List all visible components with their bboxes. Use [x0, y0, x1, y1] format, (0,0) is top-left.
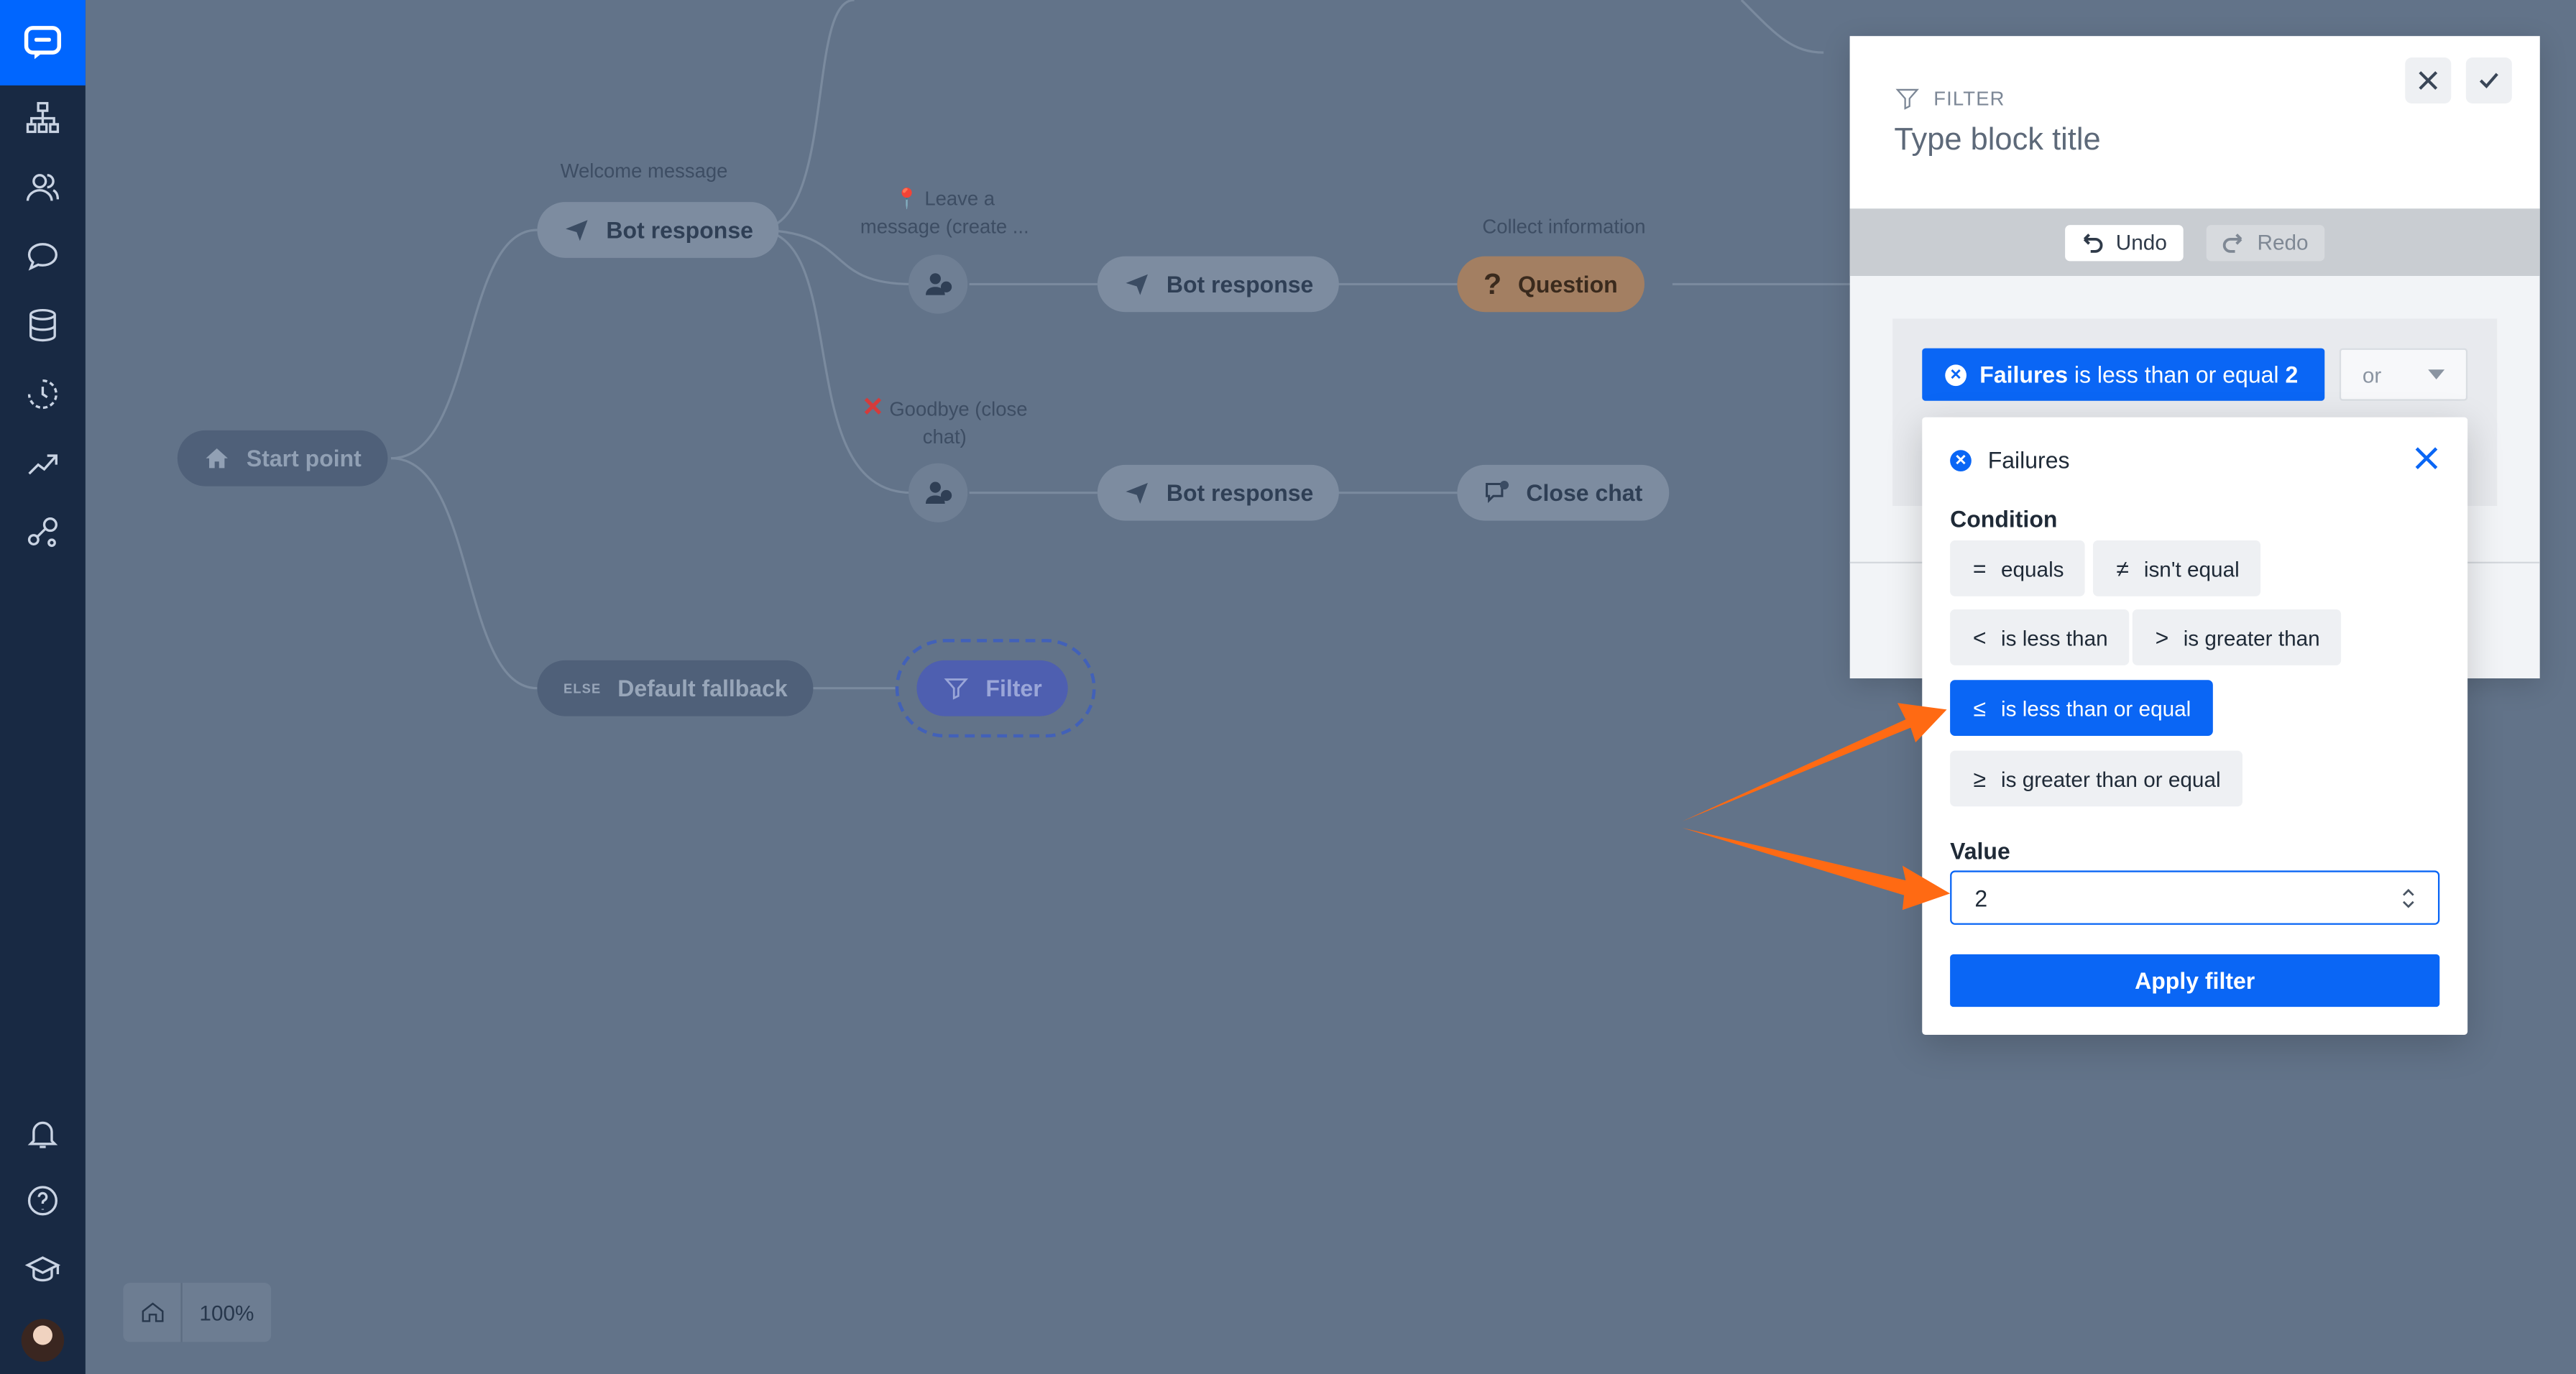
value-text: 2 [1974, 884, 1988, 911]
condition-equals[interactable]: = equals [1950, 540, 2086, 596]
home-icon [206, 448, 228, 469]
condition-less-or-equal[interactable]: ≤ is less than or equal [1950, 680, 2212, 736]
welcome-caption: Welcome message [560, 159, 728, 183]
collect-info-caption: Collect information [1482, 215, 1646, 239]
goodbye-caption: ✕ Goodbye (close chat) [862, 394, 1028, 448]
close-icon [2419, 71, 2438, 90]
send-icon [1126, 482, 1148, 504]
default-fallback-node[interactable]: ELSE Default fallback [537, 660, 814, 716]
agent-transfer-node-2[interactable] [908, 463, 968, 522]
filter-icon [944, 678, 969, 700]
bot-response-node-2[interactable]: Bot response [1097, 256, 1340, 313]
check-icon [2479, 73, 2498, 89]
question-label: Question [1517, 271, 1618, 298]
remove-field-icon[interactable]: ✕ [1950, 449, 1972, 471]
remove-condition-icon[interactable]: ✕ [1945, 364, 1966, 385]
zoom-controls: 100% [123, 1283, 272, 1342]
panel-close-button[interactable] [2405, 57, 2452, 103]
else-badge: ELSE [563, 681, 602, 696]
number-stepper[interactable] [2402, 886, 2415, 909]
agent-icon [925, 481, 952, 504]
filter-node-label: Filter [985, 675, 1042, 701]
panel-header: FILTER Type block title [1849, 36, 2540, 209]
popover-field-name: Failures [1987, 446, 2070, 474]
panel-confirm-button[interactable] [2465, 57, 2512, 103]
close-chat-node[interactable]: Close chat [1457, 464, 1669, 521]
question-mark-icon: ? [1483, 267, 1502, 300]
filter-condition-chip[interactable]: ✕ Failures is less than or equal 2 [1922, 348, 2325, 401]
chevron-up-icon[interactable] [2402, 886, 2415, 896]
value-number-input[interactable]: 2 [1950, 870, 2440, 925]
filter-icon [1895, 88, 1919, 110]
leave-message-caption: 📍 Leave a message (create ... [860, 187, 1029, 239]
condition-label: Condition [1950, 505, 2058, 532]
bot-response-node-3[interactable]: Bot response [1097, 464, 1340, 521]
close-chat-label: Close chat [1526, 479, 1643, 506]
popover-header: ✕ Failures [1950, 446, 2070, 474]
redo-icon [2222, 234, 2242, 253]
question-node[interactable]: ? Question [1457, 256, 1644, 313]
start-point-node[interactable]: Start point [177, 430, 388, 487]
start-point-label: Start point [246, 445, 362, 471]
caret-down-icon [2428, 369, 2445, 379]
logic-operator-value: or [2362, 361, 2382, 387]
value-label: Value [1950, 837, 2010, 864]
agent-icon [925, 273, 952, 295]
redo-button[interactable]: Redo [2206, 223, 2325, 261]
undo-icon [2083, 234, 2103, 253]
condition-popover: ✕ Failures Condition = equals ≠ isn't eq… [1922, 417, 2468, 1035]
condition-less-than[interactable]: < is less than [1950, 609, 2130, 665]
pin-icon: 📍 [894, 187, 919, 211]
history-toolbar: Undo Redo [1849, 208, 2540, 276]
zoom-level[interactable]: 100% [183, 1300, 271, 1324]
panel-type: FILTER [1894, 86, 2005, 112]
condition-greater-than[interactable]: > is greater than [2132, 609, 2342, 665]
apply-filter-button[interactable]: Apply filter [1950, 954, 2440, 1008]
bot-response-label: Bot response [1166, 271, 1314, 298]
default-fallback-label: Default fallback [617, 675, 788, 701]
send-icon [566, 220, 588, 241]
home-icon [141, 1302, 163, 1322]
undo-label: Undo [2115, 229, 2167, 255]
popover-close-button[interactable] [2414, 445, 2443, 474]
chevron-down-icon[interactable] [2402, 899, 2415, 909]
close-icon [2415, 447, 2438, 470]
undo-button[interactable]: Undo [2064, 223, 2184, 261]
condition-greater-or-equal[interactable]: ≥ is greater than or equal [1950, 750, 2242, 807]
send-icon [1126, 274, 1148, 295]
zoom-home-button[interactable] [123, 1283, 183, 1342]
close-chat-icon [1486, 480, 1509, 504]
block-title-input[interactable]: Type block title [1894, 123, 2100, 159]
chip-text: Failures is less than or equal 2 [1979, 361, 2299, 388]
filter-node[interactable]: Filter [916, 660, 1069, 716]
panel-type-label: FILTER [1933, 87, 2005, 111]
red-x-icon: ✕ [862, 394, 884, 423]
redo-label: Redo [2257, 229, 2309, 255]
condition-not-equal[interactable]: ≠ isn't equal [2092, 540, 2261, 596]
bot-response-label: Bot response [1166, 479, 1314, 506]
bot-response-label: Bot response [606, 216, 753, 244]
logic-operator-select[interactable]: or [2339, 348, 2468, 401]
agent-transfer-node-1[interactable] [908, 254, 968, 314]
bot-response-node-welcome[interactable]: Bot response [537, 202, 780, 258]
